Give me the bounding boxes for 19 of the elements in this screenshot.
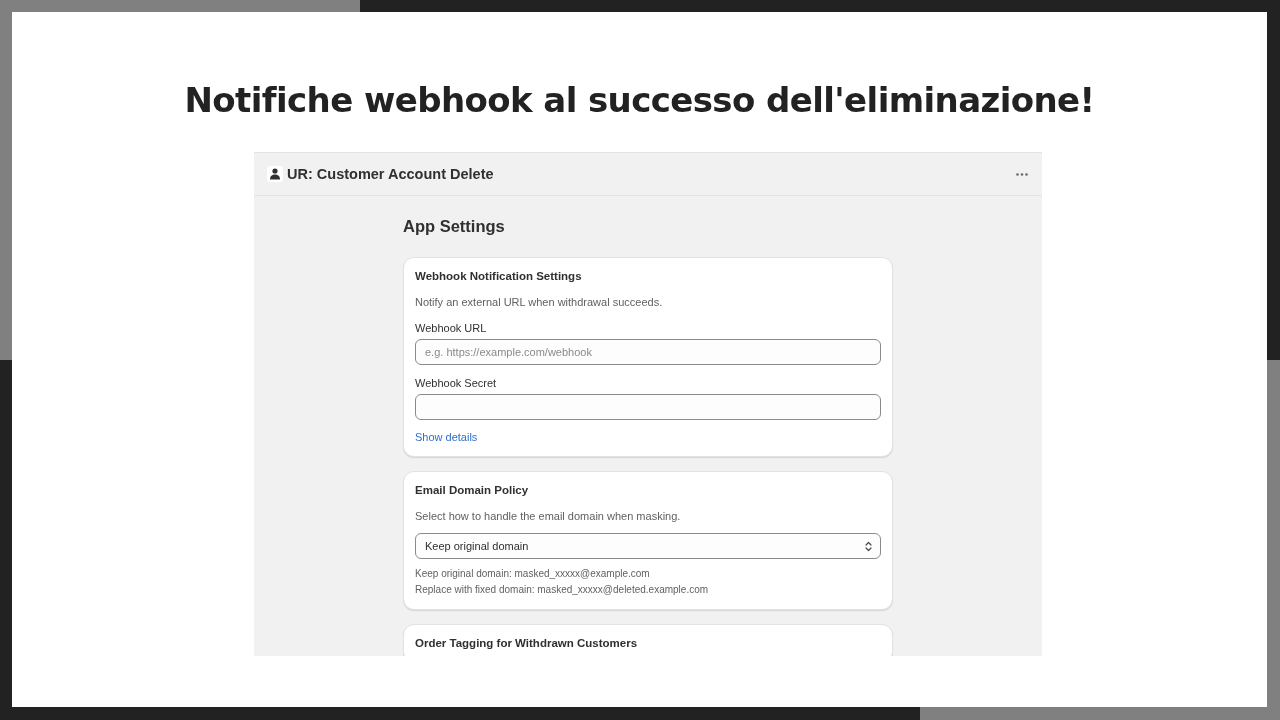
details-link[interactable]: Show details	[415, 429, 478, 445]
field-label: Webhook Secret	[415, 376, 497, 391]
more-options-icon[interactable]	[1016, 172, 1028, 176]
person-icon	[267, 166, 283, 182]
card-title: Email Domain Policy	[415, 483, 529, 498]
text-input[interactable]	[415, 394, 881, 420]
card-description: Notify an external URL when withdrawal succeeds.	[415, 295, 663, 310]
app-title: UR: Customer Account Delete	[287, 166, 494, 182]
text-input[interactable]: e.g. https://example.com/webhook	[415, 339, 881, 365]
headline: Notifiche webhook al successo dell'eliminazione!	[184, 79, 1095, 122]
field-label: Webhook URL	[415, 321, 487, 336]
page-title: App Settings	[403, 216, 505, 236]
card-description: Select how to handle the email domain when masking.	[415, 509, 681, 524]
card-title: Order Tagging for Withdrawn Customers	[415, 636, 638, 651]
help-text: Keep original domain: masked_xxxxx@example.com	[415, 567, 650, 581]
card-title: Webhook Notification Settings	[415, 269, 582, 284]
select-field[interactable]: Keep original domain	[415, 533, 881, 559]
chevron-up-down-icon	[865, 540, 872, 552]
help-text: Replace with fixed domain: masked_xxxxx@deleted.example.com	[415, 583, 709, 597]
